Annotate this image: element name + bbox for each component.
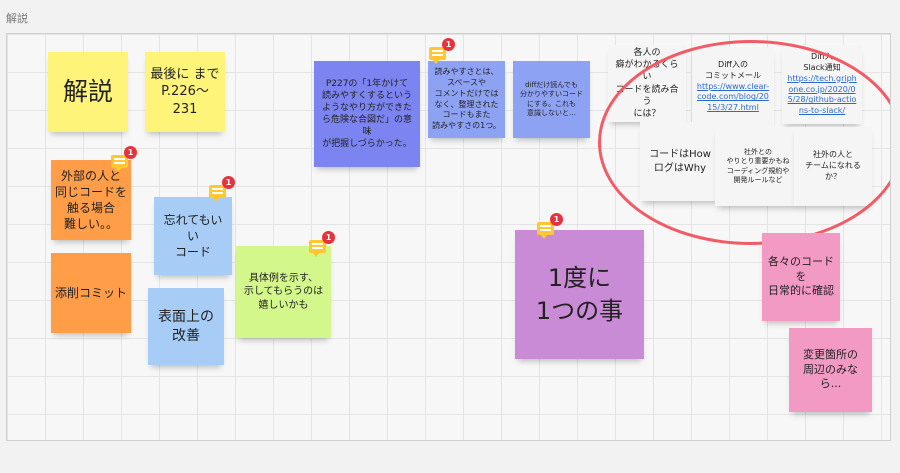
sticky-note[interactable]: 解説 (48, 52, 128, 132)
comment-count-badge: 1 (124, 146, 137, 159)
board-frame[interactable]: 解説 最後に まで P.226〜231 外部の人と 同じコードを 触る場合 難し… (6, 33, 891, 441)
comment-count-badge: 1 (442, 38, 455, 51)
comment-icon[interactable]: 1 (429, 38, 455, 64)
sticky-note[interactable]: 表面上の 改善 (148, 288, 224, 365)
comment-count-badge: 1 (322, 231, 335, 244)
sticky-note[interactable]: 最後に まで P.226〜231 (145, 52, 225, 132)
sticky-note[interactable]: 1度に 1つの事 (515, 230, 644, 359)
comment-icon[interactable]: 1 (209, 176, 235, 202)
sticky-note[interactable]: 読みやすさとは、 スペースや コメントだけでは なく、整理された コードもまた … (428, 61, 505, 138)
comment-count-badge: 1 (550, 213, 563, 226)
sticky-note[interactable]: 忘れてもいい コード (154, 197, 232, 275)
comment-count-badge: 1 (222, 176, 235, 189)
comment-icon[interactable]: 1 (309, 231, 335, 257)
sticky-note[interactable]: 外部の人と 同じコードを 触る場合 難しい。。 (51, 160, 131, 240)
frame-title[interactable]: 解説 (6, 10, 28, 26)
sticky-note[interactable]: 各々のコードを 日常的に確認 (762, 233, 840, 321)
sticky-note[interactable]: diffだけ読んでも 分かりやすいコード にする。これも 意識しないと… (513, 61, 590, 138)
sticky-note[interactable]: P227の「1年かけて 読みやすくするという ようなやり方ができたら危険な合図だ… (314, 61, 420, 167)
comment-icon[interactable]: 1 (537, 213, 563, 239)
sticky-note[interactable]: 具体例を示す、 示してもらうのは 嬉しいかも (236, 246, 331, 338)
highlight-circle (598, 40, 890, 245)
sticky-note[interactable]: 変更箇所の 周辺のみなら... (789, 328, 872, 412)
comment-icon[interactable]: 1 (111, 146, 137, 172)
sticky-note[interactable]: 添削コミット (51, 253, 131, 333)
